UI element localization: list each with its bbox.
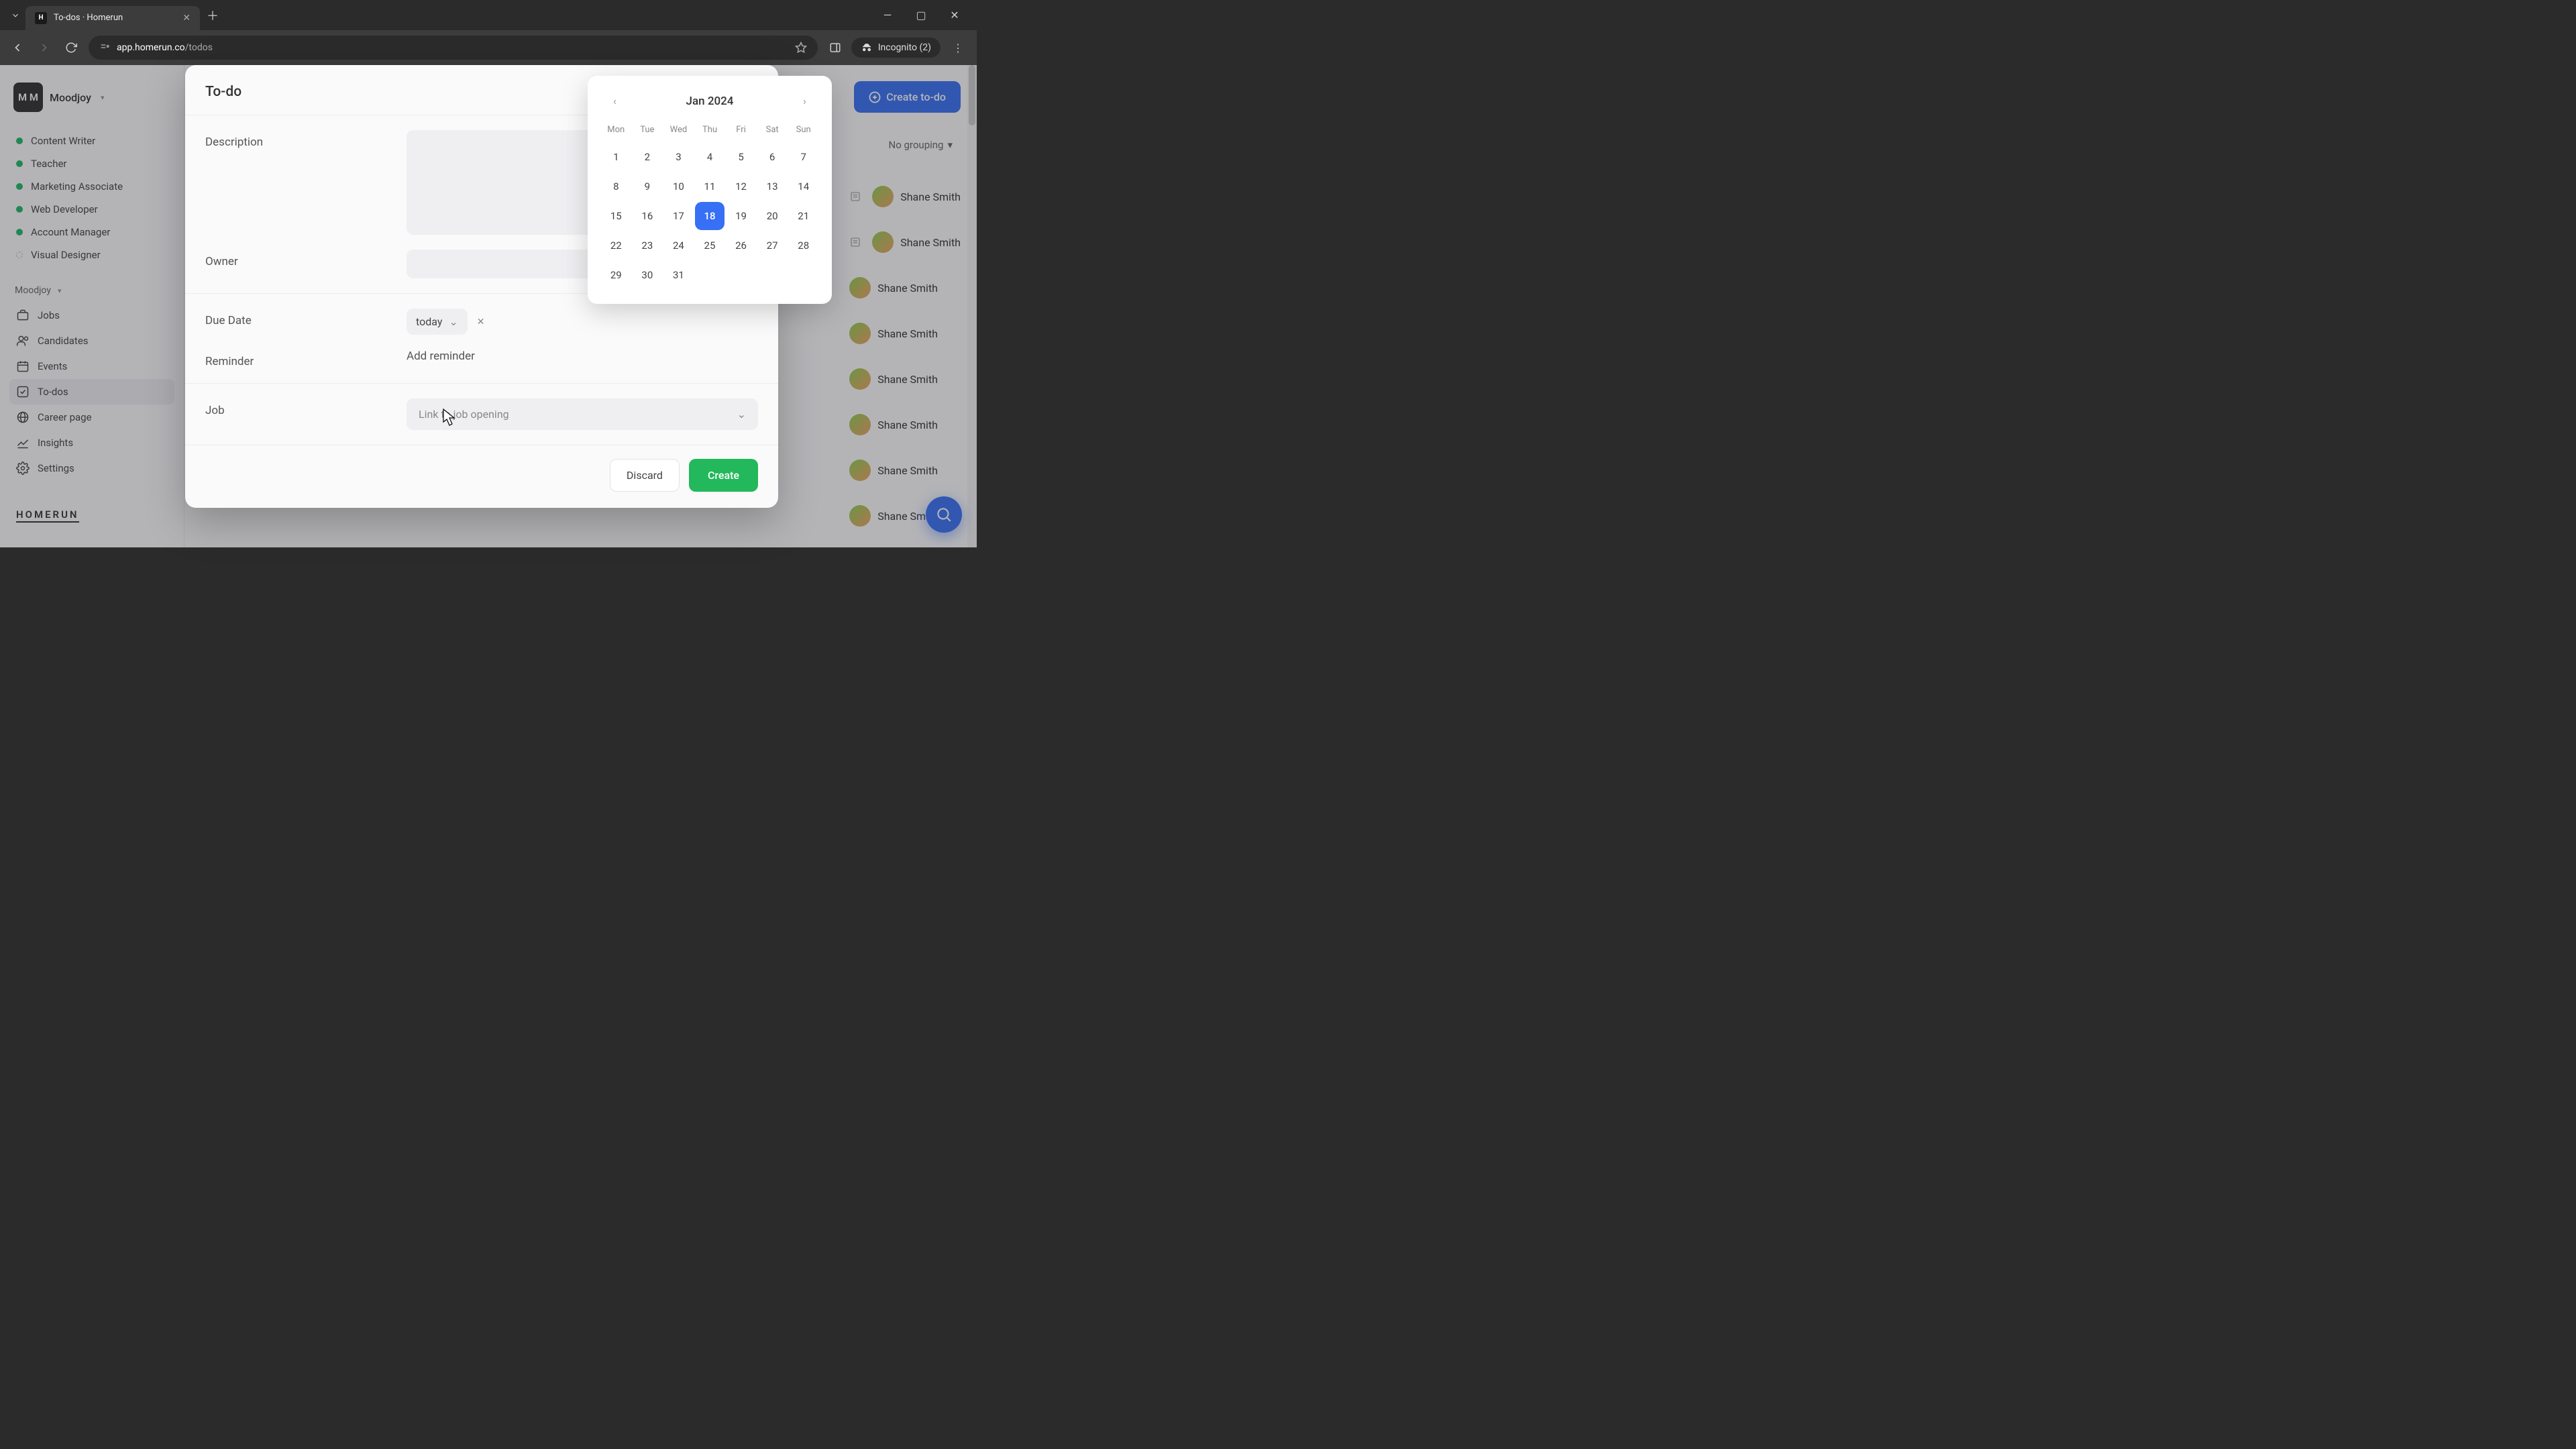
browser-nav-bar: app.homerun.co/todos Incognito (2) ⋮	[0, 30, 977, 65]
calendar-grid: MonTueWedThuFriSatSun1234567891011121314…	[601, 119, 818, 289]
side-panel-icon[interactable]	[826, 38, 845, 57]
discard-button[interactable]: Discard	[610, 459, 680, 492]
calendar-day[interactable]: 24	[663, 231, 694, 260]
owner-label: Owner	[205, 250, 386, 278]
add-reminder-button[interactable]: Add reminder	[407, 345, 475, 367]
tab-close-icon[interactable]: ✕	[182, 13, 191, 23]
back-button[interactable]	[8, 38, 27, 57]
calendar-day[interactable]: 4	[695, 143, 725, 171]
calendar-dow-label: Wed	[663, 119, 694, 142]
calendar-dow-label: Tue	[633, 119, 663, 142]
incognito-label: Incognito (2)	[878, 42, 931, 53]
date-picker-popover: ‹ Jan 2024 › MonTueWedThuFriSatSun123456…	[588, 76, 832, 304]
tab-title: To-dos · Homerun	[54, 13, 123, 23]
calendar-day[interactable]: 1	[601, 143, 631, 171]
site-info-icon[interactable]	[99, 42, 110, 53]
bookmark-star-icon[interactable]	[795, 42, 807, 54]
calendar-dow-label: Thu	[695, 119, 725, 142]
reminder-label: Reminder	[205, 350, 386, 368]
calendar-day[interactable]: 29	[601, 261, 631, 289]
calendar-day[interactable]: 15	[601, 202, 631, 230]
calendar-day[interactable]: 12	[726, 172, 756, 201]
calendar-day[interactable]: 23	[633, 231, 663, 260]
calendar-day[interactable]: 31	[663, 261, 694, 289]
new-tab-button[interactable]: ＋	[207, 7, 219, 24]
minimize-button[interactable]: —	[877, 9, 898, 21]
app-root: M M Moodjoy ▾ Content WriterTeacherMarke…	[0, 65, 977, 547]
tab-bar: H To-dos · Homerun ✕ ＋ — ▢ ✕	[0, 0, 977, 30]
browser-tab[interactable]: H To-dos · Homerun ✕	[25, 6, 200, 30]
address-bar[interactable]: app.homerun.co/todos	[89, 36, 818, 60]
calendar-day[interactable]: 18	[695, 202, 725, 230]
reload-button[interactable]	[62, 38, 80, 57]
incognito-indicator[interactable]: Incognito (2)	[851, 38, 941, 58]
calendar-dow-label: Mon	[601, 119, 631, 142]
calendar-day[interactable]: 11	[695, 172, 725, 201]
description-label: Description	[205, 130, 386, 235]
browser-chrome: H To-dos · Homerun ✕ ＋ — ▢ ✕ app.homerun…	[0, 0, 977, 65]
calendar-day[interactable]: 20	[757, 202, 788, 230]
calendar-day[interactable]: 28	[788, 231, 818, 260]
due-date-label: Due Date	[205, 309, 386, 335]
tab-favicon: H	[35, 12, 47, 24]
calendar-day[interactable]: 30	[633, 261, 663, 289]
calendar-day[interactable]: 25	[695, 231, 725, 260]
modal-title: To-do	[205, 84, 241, 100]
forward-button[interactable]	[35, 38, 54, 57]
calendar-day[interactable]: 21	[788, 202, 818, 230]
tab-list-dropdown[interactable]	[5, 5, 25, 25]
todo-modal: To-do ✕ Description late for the job. Ow…	[185, 65, 778, 508]
job-placeholder: Link to job opening	[419, 408, 509, 421]
calendar-day[interactable]: 26	[726, 231, 756, 260]
calendar-day[interactable]: 22	[601, 231, 631, 260]
due-date-value: today	[416, 315, 442, 328]
calendar-day[interactable]: 10	[663, 172, 694, 201]
due-date-picker[interactable]: today ⌄	[407, 309, 468, 335]
browser-menu-button[interactable]: ⋮	[947, 42, 969, 54]
calendar-day[interactable]: 5	[726, 143, 756, 171]
calendar-month-label: Jan 2024	[686, 95, 734, 108]
due-date-clear-button[interactable]: ✕	[474, 314, 488, 330]
close-window-button[interactable]: ✕	[945, 9, 965, 21]
calendar-day[interactable]: 19	[726, 202, 756, 230]
calendar-day[interactable]: 7	[788, 143, 818, 171]
chevron-down-icon: ⌄	[449, 315, 458, 328]
calendar-dow-label: Sun	[788, 119, 818, 142]
calendar-day[interactable]: 8	[601, 172, 631, 201]
maximize-button[interactable]: ▢	[911, 9, 931, 21]
calendar-day[interactable]: 17	[663, 202, 694, 230]
calendar-day[interactable]: 9	[633, 172, 663, 201]
calendar-dow-label: Sat	[757, 119, 788, 142]
calendar-day[interactable]: 3	[663, 143, 694, 171]
calendar-prev-button[interactable]: ‹	[608, 92, 622, 110]
incognito-icon	[861, 42, 873, 54]
calendar-day[interactable]: 14	[788, 172, 818, 201]
url-text: app.homerun.co/todos	[117, 42, 213, 53]
calendar-day[interactable]: 27	[757, 231, 788, 260]
calendar-day[interactable]: 16	[633, 202, 663, 230]
calendar-day[interactable]: 13	[757, 172, 788, 201]
window-controls: — ▢ ✕	[877, 9, 971, 21]
calendar-next-button[interactable]: ›	[798, 92, 812, 110]
job-select[interactable]: Link to job opening ⌄	[407, 398, 758, 430]
calendar-day[interactable]: 6	[757, 143, 788, 171]
calendar-day[interactable]: 2	[633, 143, 663, 171]
chevron-down-icon: ⌄	[737, 408, 746, 421]
calendar-dow-label: Fri	[726, 119, 756, 142]
job-label: Job	[205, 398, 386, 430]
create-button[interactable]: Create	[689, 459, 758, 492]
